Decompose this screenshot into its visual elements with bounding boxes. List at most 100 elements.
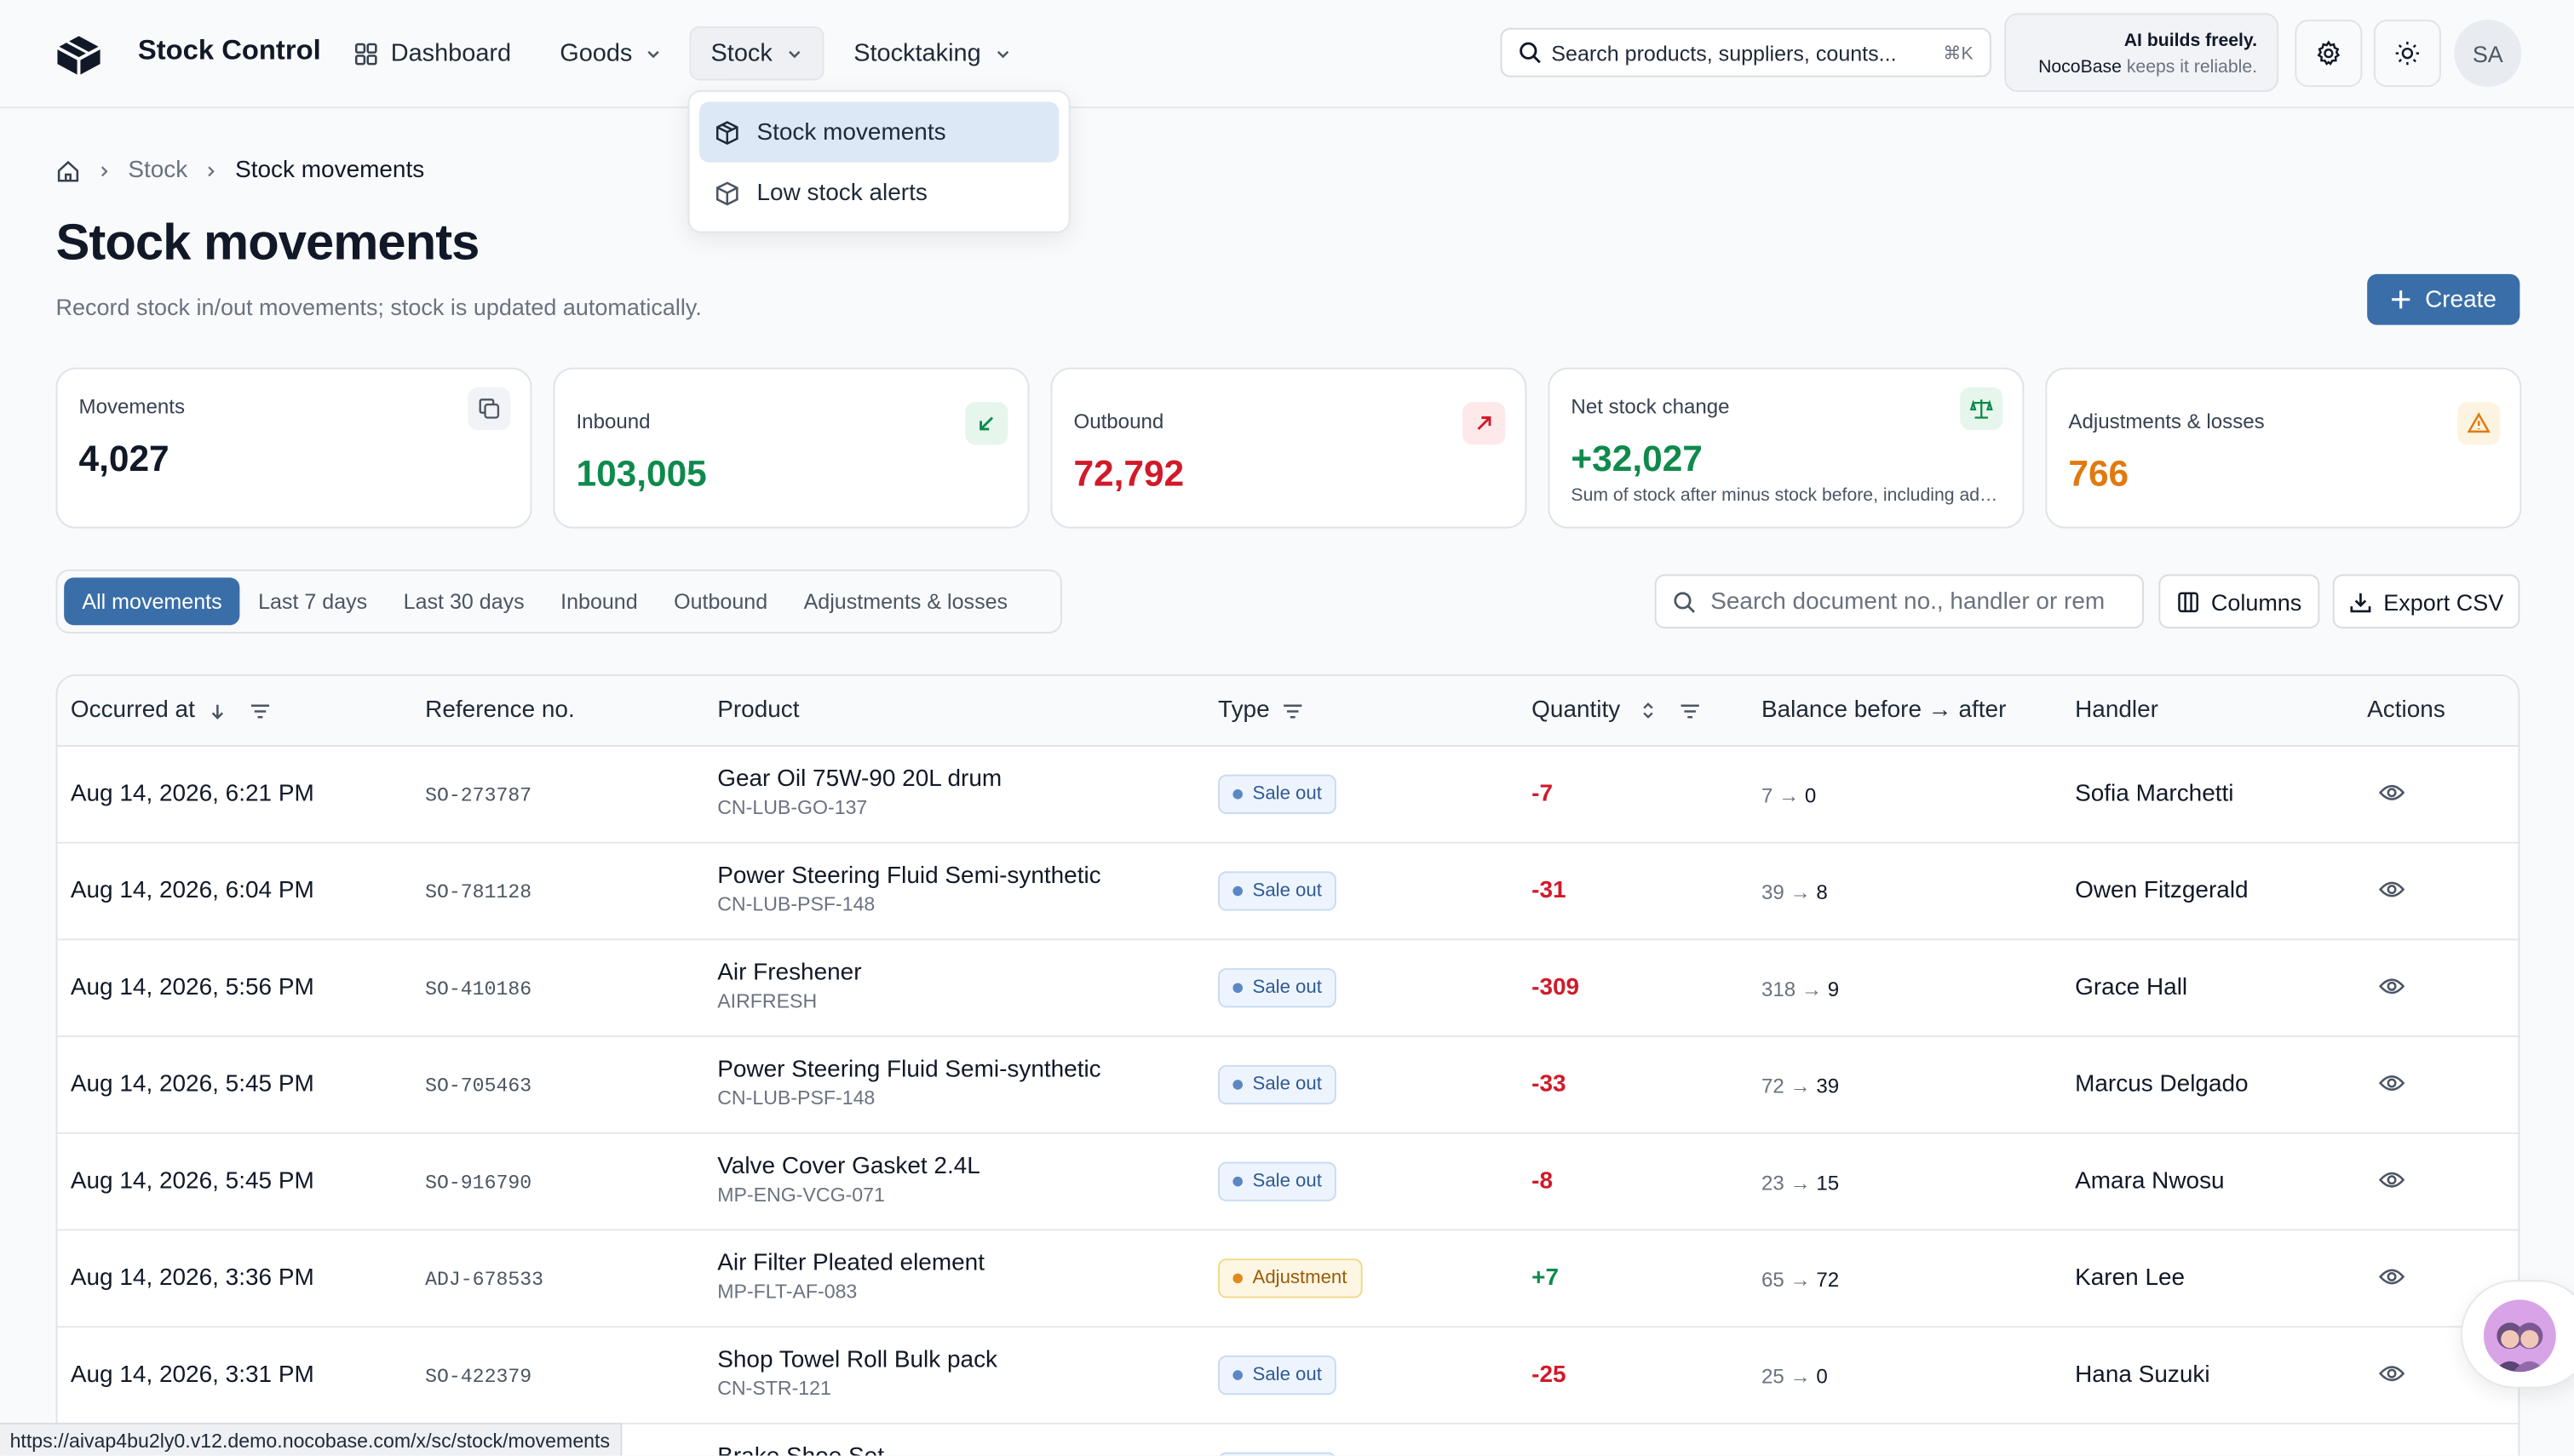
chevron-right-icon — [208, 165, 215, 176]
chevron-down-icon — [647, 49, 660, 58]
eye-icon — [2378, 978, 2405, 995]
movement-filter-tabs: All movements Last 7 days Last 30 days I… — [55, 569, 1062, 633]
tab-inbound[interactable]: Inbound — [543, 577, 656, 625]
nav-stocktaking[interactable]: Stocktaking — [834, 26, 1030, 81]
cell-reference[interactable]: SO-705463 — [425, 1075, 531, 1098]
tab-last-7-days[interactable]: Last 7 days — [240, 577, 386, 625]
cell-reference[interactable]: ADJ-678533 — [425, 1269, 543, 1292]
column-handler: Handler — [2075, 697, 2158, 724]
tab-all-movements[interactable]: All movements — [64, 577, 240, 626]
user-avatar[interactable]: SA — [2454, 20, 2522, 88]
product-name[interactable]: Valve Cover Gasket 2.4L — [717, 1154, 980, 1180]
product-name[interactable]: Power Steering Fluid Semi-synthetic — [717, 1057, 1100, 1083]
tab-last-30-days[interactable]: Last 30 days — [385, 577, 542, 625]
search-shortcut: ⌘K — [1943, 43, 1974, 64]
cell-reference[interactable]: SO-273787 — [425, 784, 531, 807]
table-row[interactable]: Aug 14, 2026, 5:56 PM SO-410186 Air Freshe… — [57, 940, 2519, 1038]
table-row[interactable]: Aug 14, 2026, 5:45 PM SO-916790 Valve Cove… — [57, 1134, 2519, 1231]
view-button[interactable] — [2378, 1170, 2405, 1196]
filter-icon[interactable] — [1680, 702, 1701, 719]
stat-value: +32,027 — [1571, 438, 1703, 479]
type-badge: Sale out — [1218, 1452, 1337, 1456]
type-badge-label: Sale out — [1252, 880, 1322, 902]
assistant-avatar-icon — [2484, 1299, 2556, 1373]
status-dot — [1232, 1176, 1243, 1187]
cell-balance: 23 → 15 — [1761, 1172, 1839, 1195]
cell-balance: 39 → 8 — [1761, 881, 1828, 904]
table-row[interactable]: Aug 14, 2026, 6:21 PM SO-273787 Gear Oil 7… — [57, 747, 2519, 844]
column-quantity[interactable]: Quantity — [1531, 697, 1701, 724]
theme-toggle-button[interactable] — [2373, 20, 2441, 88]
view-button[interactable] — [2378, 782, 2405, 809]
filter-icon[interactable] — [249, 702, 270, 719]
product-sku: MP-ENG-VCG-071 — [717, 1183, 885, 1207]
cell-quantity: -25 — [1531, 1361, 1566, 1389]
view-button[interactable] — [2378, 1073, 2405, 1099]
column-occurred-at[interactable]: Occurred at — [71, 697, 271, 724]
stat-label: Inbound — [576, 410, 651, 433]
nav-dashboard[interactable]: Dashboard — [335, 26, 531, 81]
table-row[interactable]: Aug 14, 2026, 5:45 PM SO-705463 Power Stee… — [57, 1037, 2519, 1134]
view-button[interactable] — [2378, 880, 2405, 906]
nav-goods[interactable]: Goods — [540, 26, 681, 81]
home-icon[interactable] — [56, 158, 81, 183]
view-button[interactable] — [2378, 977, 2405, 1003]
stat-label: Adjustments & losses — [2068, 410, 2265, 433]
breadcrumb-parent[interactable]: Stock — [128, 158, 187, 184]
cell-reference[interactable]: SO-781128 — [425, 881, 531, 904]
ai-promo-badge[interactable]: AI builds freely. NocoBase keeps it reli… — [2004, 13, 2279, 92]
product-name[interactable]: Air Filter Pleated element — [717, 1251, 985, 1277]
arrow-down-left-icon — [965, 402, 1008, 445]
column-reference: Reference no. — [425, 697, 575, 724]
global-search-placeholder: Search products, suppliers, counts... — [1551, 40, 1897, 66]
cell-occurred-at: Aug 14, 2026, 5:45 PM — [70, 1168, 314, 1195]
export-csv-label: Export CSV — [2383, 588, 2504, 615]
view-button[interactable] — [2378, 1364, 2405, 1390]
cell-reference[interactable]: SO-410186 — [425, 978, 531, 1001]
sort-desc-icon[interactable] — [208, 702, 226, 719]
tab-adjustments-losses[interactable]: Adjustments & losses — [785, 577, 1026, 625]
export-csv-button[interactable]: Export CSV — [2332, 574, 2520, 629]
column-label: Quantity — [1531, 697, 1621, 724]
columns-button[interactable]: Columns — [2158, 574, 2320, 629]
eye-icon — [2378, 1075, 2405, 1091]
arrow-right-icon: → — [1790, 880, 1811, 904]
nav-goods-label: Goods — [560, 39, 633, 68]
product-name[interactable]: Power Steering Fluid Semi-synthetic — [717, 863, 1100, 890]
stat-card-outbound: Outbound 72,792 — [1050, 367, 1527, 529]
menu-item-low-stock-alerts[interactable]: Low stock alerts — [699, 163, 1059, 223]
menu-item-stock-movements[interactable]: Stock movements — [699, 101, 1060, 163]
table-search-input[interactable] — [1710, 588, 2105, 615]
cell-reference[interactable]: SO-422379 — [425, 1366, 531, 1389]
table-row[interactable]: Aug 14, 2026, 3:31 PM SO-422379 Shop Towel… — [57, 1327, 2519, 1424]
product-name[interactable]: Gear Oil 75W-90 20L drum — [717, 766, 1002, 793]
filter-icon[interactable] — [1283, 702, 1304, 719]
settings-button[interactable] — [2295, 20, 2363, 88]
global-search[interactable]: Search products, suppliers, counts... ⌘K — [1500, 27, 1991, 77]
gear-icon — [2317, 40, 2341, 66]
app-logo-icon[interactable] — [53, 32, 106, 77]
cell-reference[interactable]: SO-916790 — [425, 1172, 531, 1195]
product-name[interactable]: Shop Towel Roll Bulk pack — [717, 1347, 997, 1373]
view-button[interactable] — [2378, 1267, 2405, 1293]
balance-after: 39 — [1816, 1075, 1840, 1098]
tab-outbound[interactable]: Outbound — [656, 577, 785, 625]
balance-after: 0 — [1816, 1365, 1828, 1389]
nav-stock[interactable]: Stock — [689, 26, 824, 81]
arrow-right-icon: → — [1778, 784, 1800, 808]
cell-quantity: -8 — [1531, 1168, 1554, 1195]
product-name[interactable]: Air Freshener — [717, 960, 861, 986]
nav-dashboard-label: Dashboard — [390, 39, 512, 68]
table-row[interactable]: Aug 14, 2026, 6:04 PM SO-781128 Power Stee… — [57, 844, 2519, 941]
sort-icon[interactable] — [1640, 701, 1656, 720]
create-button[interactable]: Create — [2367, 273, 2520, 325]
column-type[interactable]: Type — [1218, 697, 1304, 724]
stat-label: Movements — [78, 395, 186, 419]
copy-icon — [468, 387, 511, 430]
cell-occurred-at: Aug 14, 2026, 6:04 PM — [70, 878, 314, 904]
type-badge: Sale out — [1218, 1161, 1337, 1201]
table-row[interactable]: Aug 14, 2026, 3:36 PM ADJ-678533 Air Filte… — [57, 1230, 2519, 1328]
product-name[interactable]: Brake Shoe Set — [717, 1444, 884, 1455]
floating-assistant-button[interactable] — [2461, 1280, 2574, 1389]
app-title[interactable]: Stock Control — [138, 34, 321, 67]
